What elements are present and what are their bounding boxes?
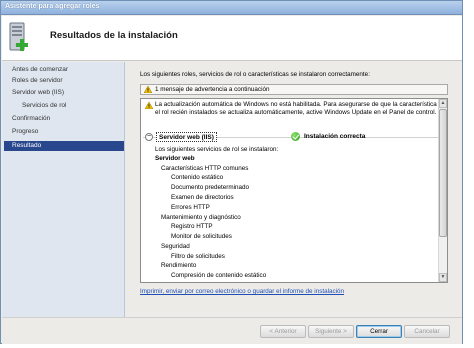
vertical-scrollbar[interactable]: ▲ ▼: [438, 99, 447, 282]
service-item: Mantenimiento y diagnóstico: [161, 214, 241, 221]
role-status: Instalación correcta: [304, 133, 366, 140]
add-roles-wizard-window: Asistente para agregar roles Resultados …: [0, 0, 463, 344]
close-button[interactable]: Cerrar: [356, 325, 402, 338]
page-heading: Resultados de la instalación: [50, 30, 178, 41]
service-item: Monitor de solicitudes: [171, 233, 232, 240]
previous-button[interactable]: < Anterior: [260, 325, 306, 338]
wizard-header: Resultados de la instalación: [2, 16, 462, 61]
service-item: Errores HTTP: [171, 204, 210, 211]
service-item: Examen de directorios: [171, 194, 234, 201]
intro-text: Los siguientes roles, servicios de rol o…: [140, 71, 370, 78]
services-intro: Los siguientes servicios de rol se insta…: [155, 146, 279, 153]
warning-summary-bar: 1 mensaje de advertencia a continuación: [140, 84, 448, 95]
scroll-thumb[interactable]: [439, 109, 447, 237]
nav-item-servidor-web[interactable]: Servidor web (IIS): [12, 88, 122, 98]
warning-icon: [144, 86, 152, 93]
service-item: Rendimiento: [161, 262, 197, 269]
scroll-up-icon[interactable]: ▲: [439, 99, 447, 108]
nav-item-roles-de-servidor[interactable]: Roles de servidor: [12, 76, 122, 86]
nav-item-resultado[interactable]: Resultado: [4, 141, 124, 151]
results-panel[interactable]: La actualización automática de Windows n…: [140, 98, 448, 283]
title-bar[interactable]: Asistente para agregar roles: [1, 1, 462, 15]
service-item: Registro HTTP: [171, 223, 213, 230]
cancel-button[interactable]: Cancelar: [404, 325, 450, 338]
role-name: Servidor web (IIS): [156, 132, 217, 142]
warning-icon: [145, 102, 153, 109]
service-item: Características HTTP comunes: [161, 165, 249, 172]
server-roles-icon: [9, 22, 28, 51]
service-item: Documento predeterminado: [171, 184, 250, 191]
service-item: Servidor web: [155, 155, 195, 162]
wizard-footer: < Anterior Siguiente > Cerrar Cancelar: [2, 317, 462, 344]
service-item: Seguridad: [161, 243, 190, 250]
collapse-toggle-icon[interactable]: −: [145, 133, 153, 141]
service-item: Filtro de solicitudes: [171, 253, 225, 260]
nav-item-antes-de-comenzar[interactable]: Antes de comenzar: [12, 65, 122, 75]
results-content: Los siguientes roles, servicios de rol o…: [126, 62, 462, 317]
service-item: Compresión de contenido estático: [171, 272, 267, 279]
nav-item-confirmacion[interactable]: Confirmación: [12, 114, 122, 124]
scroll-down-icon[interactable]: ▼: [439, 273, 447, 282]
success-check-icon: [291, 132, 300, 141]
service-item: Contenido estático: [171, 174, 224, 181]
next-button[interactable]: Siguiente >: [308, 325, 354, 338]
nav-item-progreso[interactable]: Progreso: [12, 127, 122, 137]
nav-item-servicios-de-rol[interactable]: Servicios de rol: [22, 101, 132, 111]
wizard-steps-nav: Antes de comenzar Roles de servidor Serv…: [2, 62, 125, 317]
window-title: Asistente para agregar roles: [5, 3, 100, 10]
warning-summary-text: 1 mensaje de advertencia a continuación: [155, 86, 270, 93]
warning-message: La actualización automática de Windows n…: [155, 101, 443, 116]
report-link[interactable]: Imprimir, enviar por correo electrónico …: [140, 288, 344, 295]
role-result-row: − Servidor web (IIS) Instalación correct…: [143, 132, 443, 142]
